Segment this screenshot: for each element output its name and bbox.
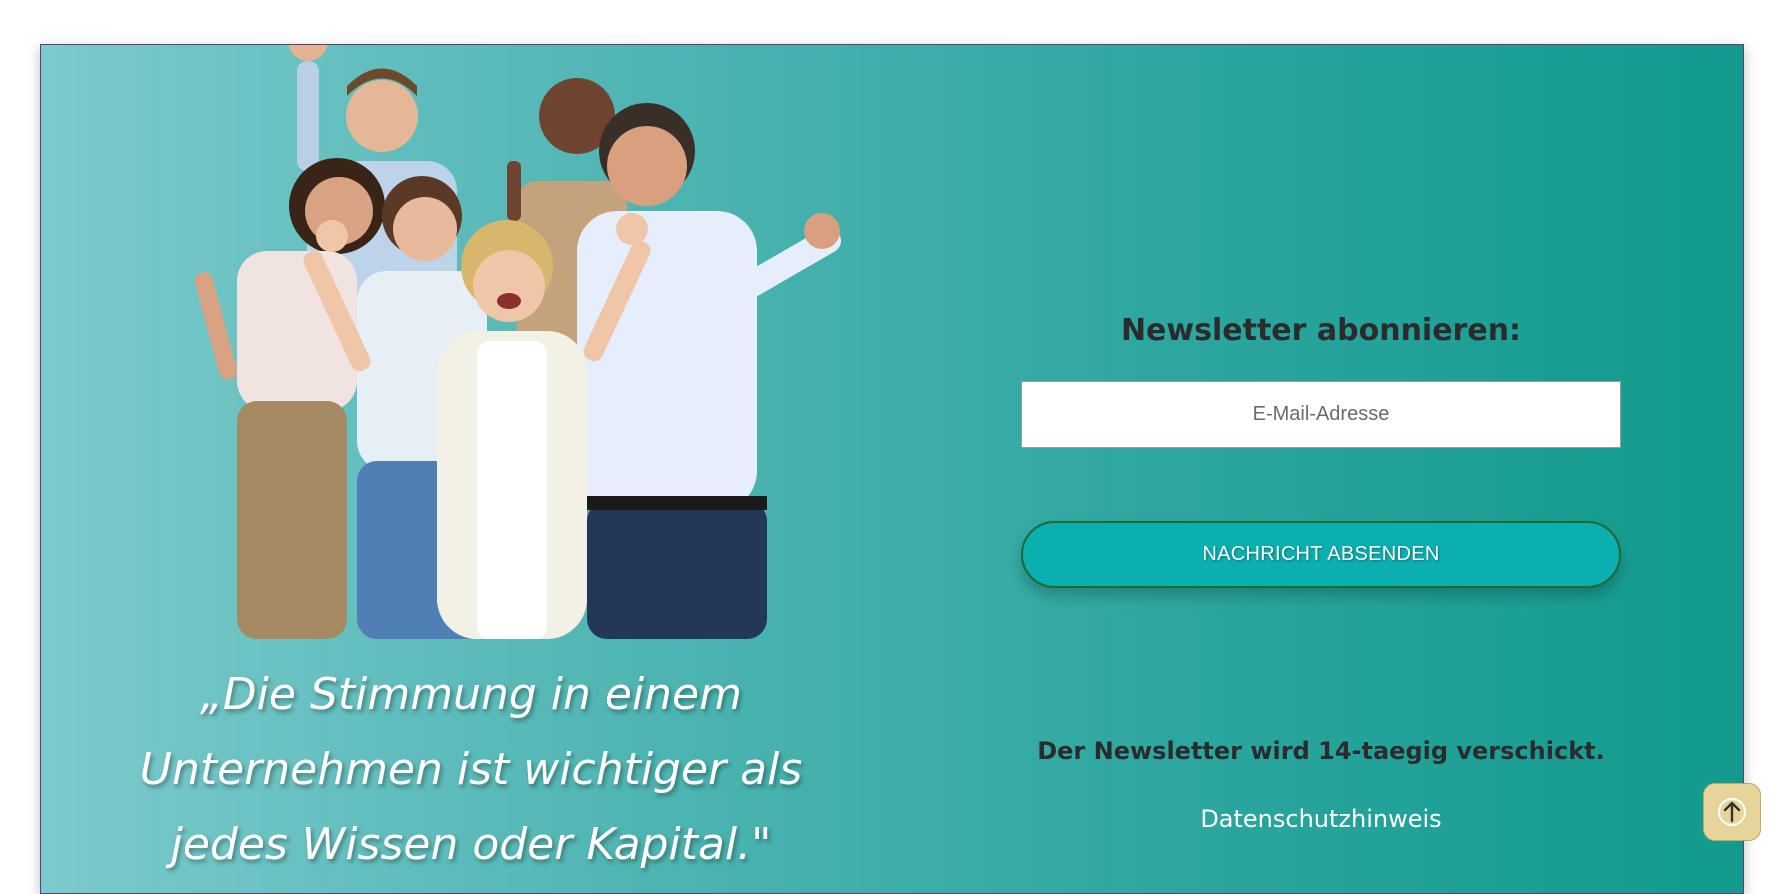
scroll-to-top-button[interactable] xyxy=(1703,783,1761,841)
submit-button[interactable]: NACHRICHT ABSENDEN xyxy=(1021,521,1621,588)
quote-text: „Die Stimmung in einem Unternehmen ist w… xyxy=(139,669,803,870)
person-left-woman xyxy=(194,158,385,639)
person-right-man xyxy=(577,103,842,639)
newsletter-frequency-note: Der Newsletter wird 14-taegig verschickt… xyxy=(1037,737,1605,765)
arrow-up-icon xyxy=(1718,798,1746,826)
newsletter-title: Newsletter abonnieren: xyxy=(1120,313,1522,348)
email-input[interactable] xyxy=(1021,381,1621,448)
cheering-team-image xyxy=(194,45,842,639)
privacy-link[interactable]: Datenschutzhinweis xyxy=(1021,805,1621,833)
newsletter-section: „Die Stimmung in einem Unternehmen ist w… xyxy=(40,44,1744,894)
